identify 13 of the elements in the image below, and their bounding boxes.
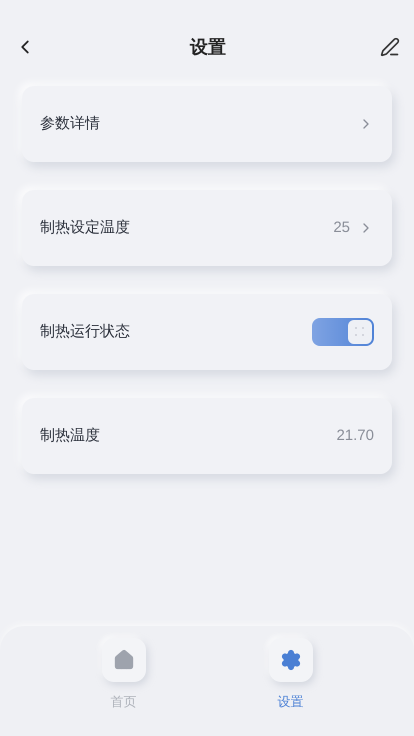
- setting-label: 参数详情: [40, 114, 101, 134]
- setting-label: 制热运行状态: [40, 322, 131, 342]
- setting-value: 25: [333, 218, 350, 238]
- setting-label: 制热设定温度: [40, 218, 131, 238]
- toggle-switch[interactable]: [312, 318, 374, 346]
- setting-label: 制热温度: [40, 426, 101, 446]
- edit-icon[interactable]: [380, 37, 400, 57]
- toggle-thumb: [348, 320, 372, 344]
- setting-value: 21.70: [336, 426, 374, 446]
- house-icon: [112, 649, 134, 671]
- settings-card[interactable]: 参数详情: [22, 86, 392, 162]
- settings-card[interactable]: 制热设定温度 25: [22, 190, 392, 266]
- page-title: 设置: [188, 36, 227, 58]
